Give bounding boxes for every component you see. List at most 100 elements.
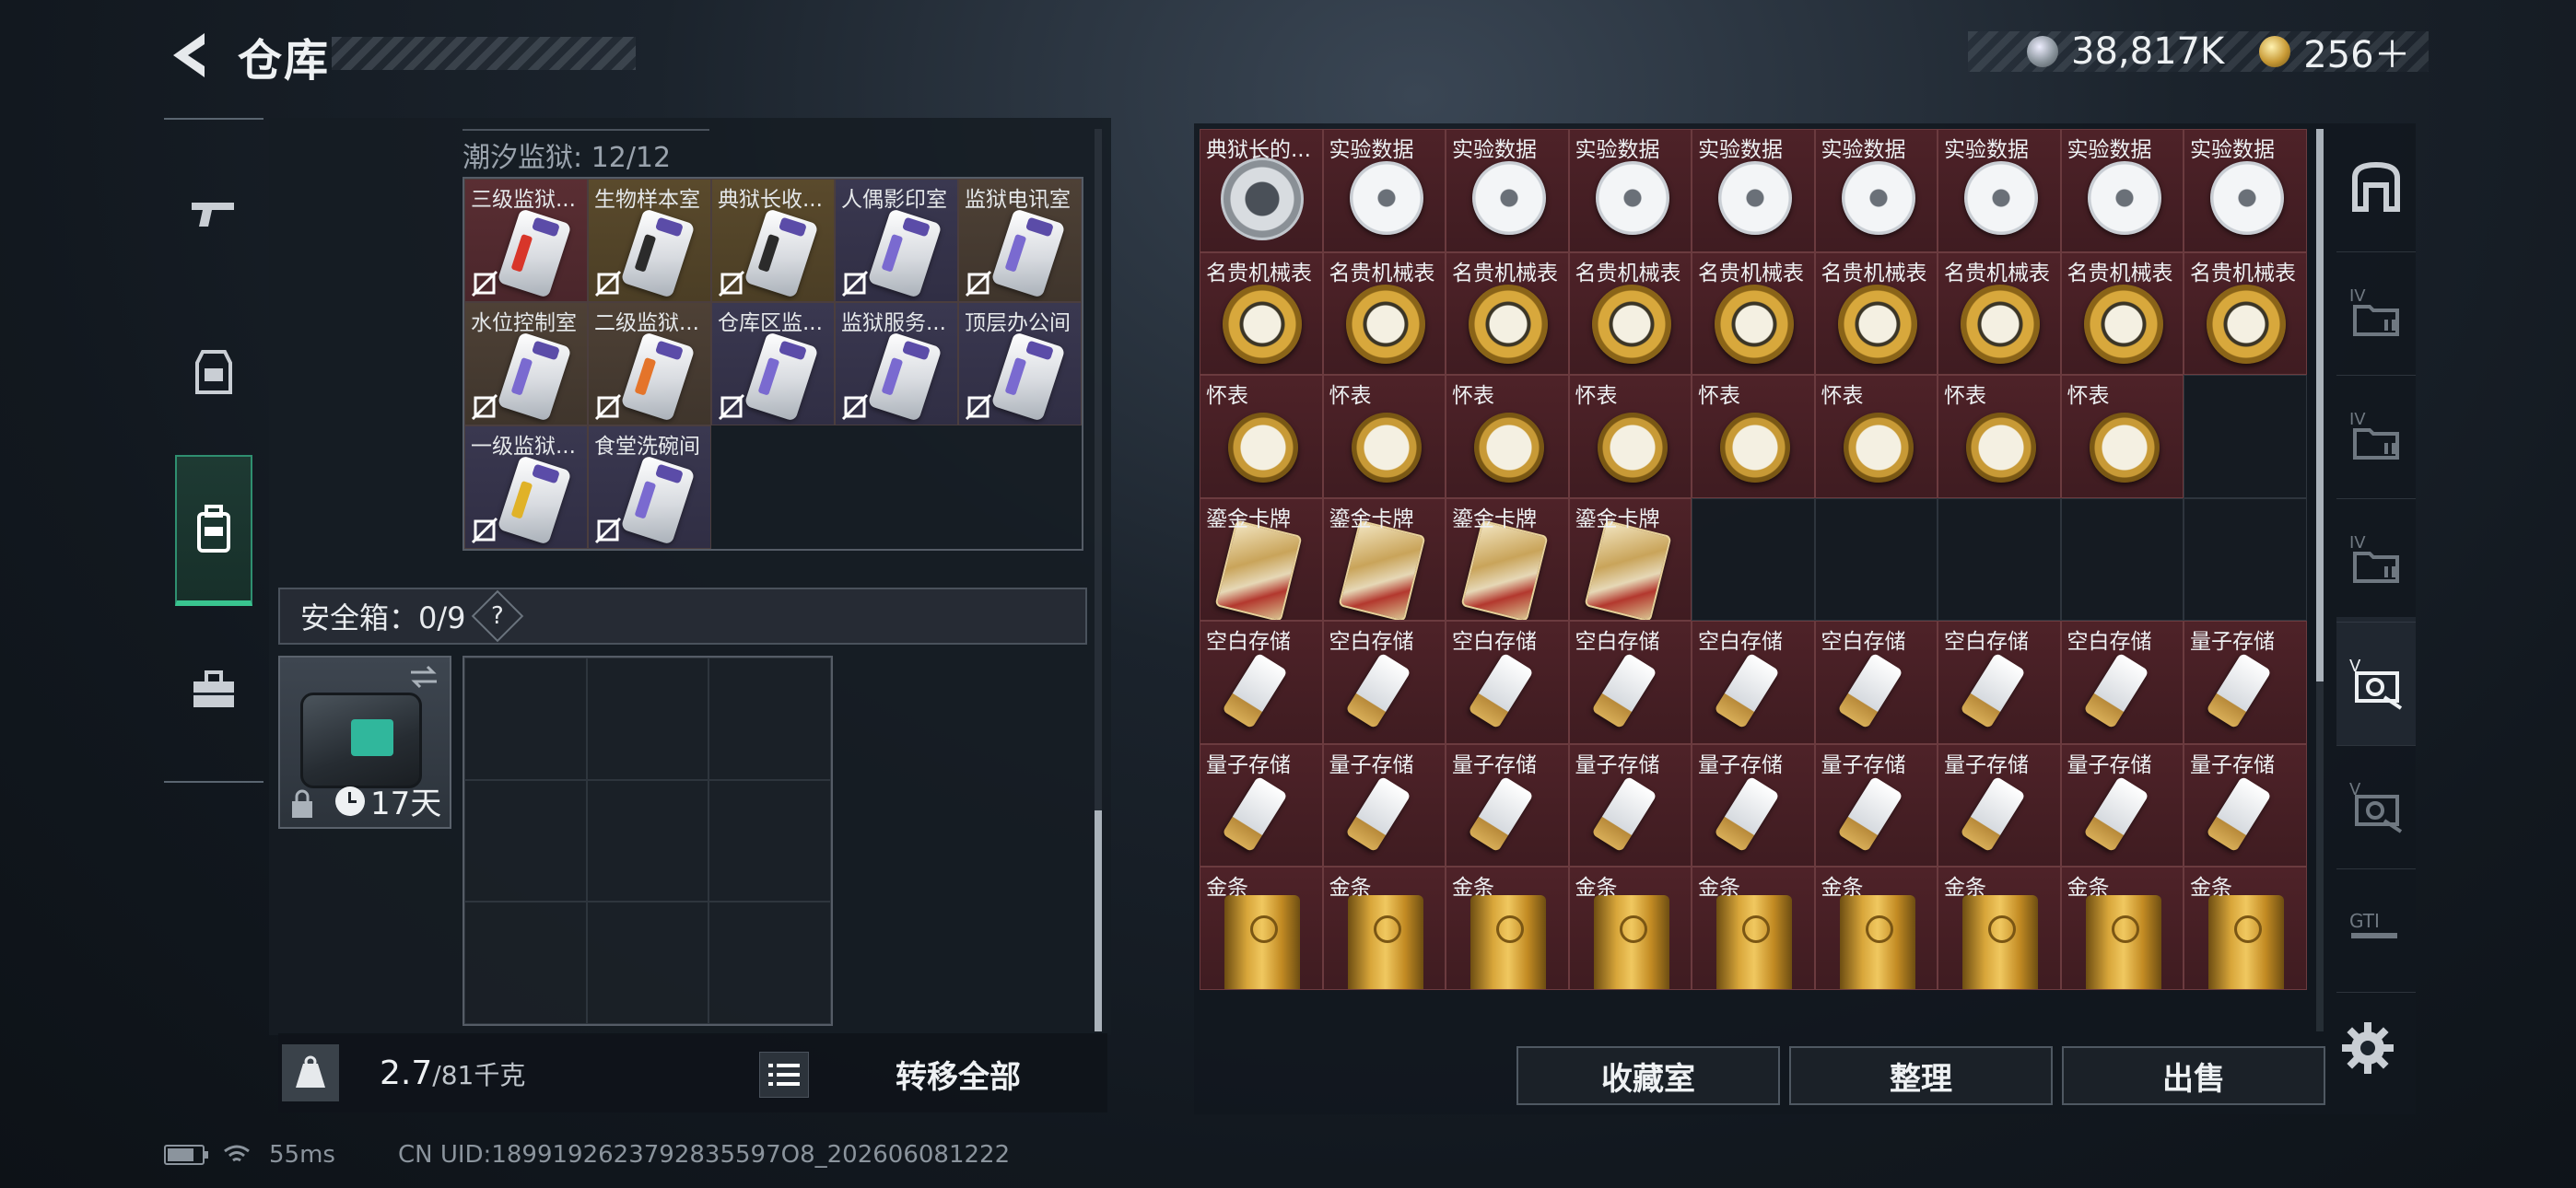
warehouse-item[interactable]: 实验数据 [1814,129,1938,252]
warehouse-item[interactable]: 空白存储 [1692,621,1815,744]
rail-vehicle-v-2[interactable]: V [2336,740,2416,869]
nav-toolbox[interactable] [164,635,263,746]
safebox-slot[interactable] [586,902,709,1024]
sort-button[interactable]: 整理 [1789,1046,2053,1105]
warehouse-item[interactable]: 空白存储 [1568,621,1692,744]
empty-slot[interactable] [1692,497,1815,621]
warehouse-item[interactable]: 金条 [1938,867,2061,990]
warehouse-item[interactable]: 典狱长的... [1200,129,1323,252]
transfer-all-button[interactable]: 转移全部 [896,1052,1021,1097]
warehouse-item[interactable]: 量子存储 [2184,621,2307,744]
warehouse-item[interactable]: 金条 [2184,867,2307,990]
warehouse-item[interactable]: 空白存储 [1446,621,1569,744]
gold-amount[interactable]: 256＋ [2303,25,2410,78]
warehouse-item[interactable]: 鎏金卡牌 [1446,497,1569,621]
warehouse-item[interactable]: 怀表 [1322,375,1446,498]
empty-slot[interactable] [1814,497,1938,621]
warehouse-item[interactable]: 鎏金卡牌 [1322,497,1446,621]
warehouse-item[interactable]: 怀表 [2060,375,2184,498]
warehouse-item[interactable]: 量子存储 [1568,743,1692,867]
nav-backpack[interactable] [175,455,252,606]
warehouse-item[interactable]: 名贵机械表 [1446,251,1569,375]
warehouse-item[interactable]: 空白存储 [1200,621,1323,744]
rail-folder-iv-2[interactable]: IV [2336,370,2416,499]
warehouse-item[interactable]: 量子存储 [2184,743,2307,867]
warehouse-item[interactable]: 量子存储 [1814,743,1938,867]
warehouse-item[interactable]: 怀表 [1938,375,2061,498]
collection-room-button[interactable]: 收藏室 [1516,1046,1780,1105]
list-view-button[interactable] [759,1052,809,1098]
warehouse-item[interactable]: 空白存储 [1938,621,2061,744]
warehouse-item[interactable]: 金条 [1814,867,1938,990]
warehouse-item[interactable]: 实验数据 [1322,129,1446,252]
warehouse-item[interactable]: 名贵机械表 [1322,251,1446,375]
empty-slot[interactable] [2184,375,2307,498]
warehouse-item[interactable]: 金条 [1446,867,1569,990]
warehouse-item[interactable]: 实验数据 [2184,129,2307,252]
warehouse-item[interactable]: 名贵机械表 [1814,251,1938,375]
warehouse-item[interactable]: 名贵机械表 [2060,251,2184,375]
warehouse-item[interactable]: 金条 [1692,867,1815,990]
warehouse-item[interactable]: 量子存储 [1322,743,1446,867]
warehouse-item[interactable]: 量子存储 [1200,743,1323,867]
warehouse-item[interactable]: 金条 [2060,867,2184,990]
warehouse-item[interactable]: 名贵机械表 [1938,251,2061,375]
warehouse-item[interactable]: 名贵机械表 [1568,251,1692,375]
warehouse-item[interactable]: 量子存储 [2060,743,2184,867]
nav-weapons[interactable] [164,157,263,267]
empty-slot[interactable] [2184,497,2307,621]
warehouse-item[interactable]: 怀表 [1568,375,1692,498]
keycard-item[interactable]: 一级监狱... [464,425,588,549]
empty-slot[interactable] [1938,497,2061,621]
help-icon[interactable]: ? [471,589,523,643]
empty-slot[interactable] [2060,497,2184,621]
warehouse-item[interactable]: 鎏金卡牌 [1200,497,1323,621]
safebox-slot[interactable] [708,779,831,903]
warehouse-item[interactable]: 量子存储 [1446,743,1569,867]
warehouse-item[interactable]: 名贵机械表 [2184,251,2307,375]
rail-gti[interactable]: GTI [2336,864,2416,993]
keycard-item[interactable]: 水位控制室 [464,302,588,425]
keycard-item[interactable]: 监狱电讯室 [958,179,1082,302]
rail-folder-iv-1[interactable]: IV [2336,247,2416,376]
warehouse-item[interactable]: 怀表 [1200,375,1323,498]
warehouse-item[interactable]: 实验数据 [1568,129,1692,252]
swap-icon[interactable] [407,663,440,691]
keycard-item[interactable]: 食堂洗碗间 [588,425,711,549]
warehouse-item[interactable]: 鎏金卡牌 [1568,497,1692,621]
settings-gear-icon[interactable] [2340,1020,2395,1076]
safe-case-slot[interactable]: 17天 [278,656,451,829]
warehouse-item[interactable]: 金条 [1568,867,1692,990]
back-arrow-icon[interactable] [164,28,219,83]
warehouse-item[interactable]: 名贵机械表 [1200,251,1323,375]
safebox-slot[interactable] [464,902,587,1024]
rail-vault[interactable] [2336,123,2416,252]
warehouse-item[interactable]: 空白存储 [1322,621,1446,744]
warehouse-item[interactable]: 金条 [1322,867,1446,990]
warehouse-item[interactable]: 实验数据 [1446,129,1569,252]
safebox-slot[interactable] [586,658,709,780]
keycard-item[interactable]: 仓库区监... [711,302,835,425]
warehouse-item[interactable]: 实验数据 [2060,129,2184,252]
loadout-scrollbar-thumb[interactable] [1095,810,1102,1031]
rail-vehicle-v-1[interactable]: V [2336,617,2416,746]
warehouse-scrollbar-thumb[interactable] [2316,129,2324,681]
warehouse-item[interactable]: 实验数据 [1938,129,2061,252]
safebox-slot[interactable] [464,658,587,780]
warehouse-item[interactable]: 量子存储 [1938,743,2061,867]
keycard-item[interactable]: 二级监狱... [588,302,711,425]
warehouse-item[interactable]: 怀表 [1814,375,1938,498]
keycard-item[interactable]: 典狱长收... [711,179,835,302]
keycard-item[interactable]: 监狱服务... [835,302,958,425]
keycard-item[interactable]: 人偶影印室 [835,179,958,302]
safebox-slot[interactable] [708,902,831,1024]
rail-folder-iv-3[interactable]: IV [2336,494,2416,623]
sell-button[interactable]: 出售 [2062,1046,2325,1105]
keycard-item[interactable]: 三级监狱... [464,179,588,302]
nav-armor[interactable] [164,317,263,427]
warehouse-item[interactable]: 空白存储 [1814,621,1938,744]
warehouse-item[interactable]: 空白存储 [2060,621,2184,744]
warehouse-item[interactable]: 怀表 [1446,375,1569,498]
warehouse-item[interactable]: 实验数据 [1692,129,1815,252]
warehouse-item[interactable]: 名贵机械表 [1692,251,1815,375]
